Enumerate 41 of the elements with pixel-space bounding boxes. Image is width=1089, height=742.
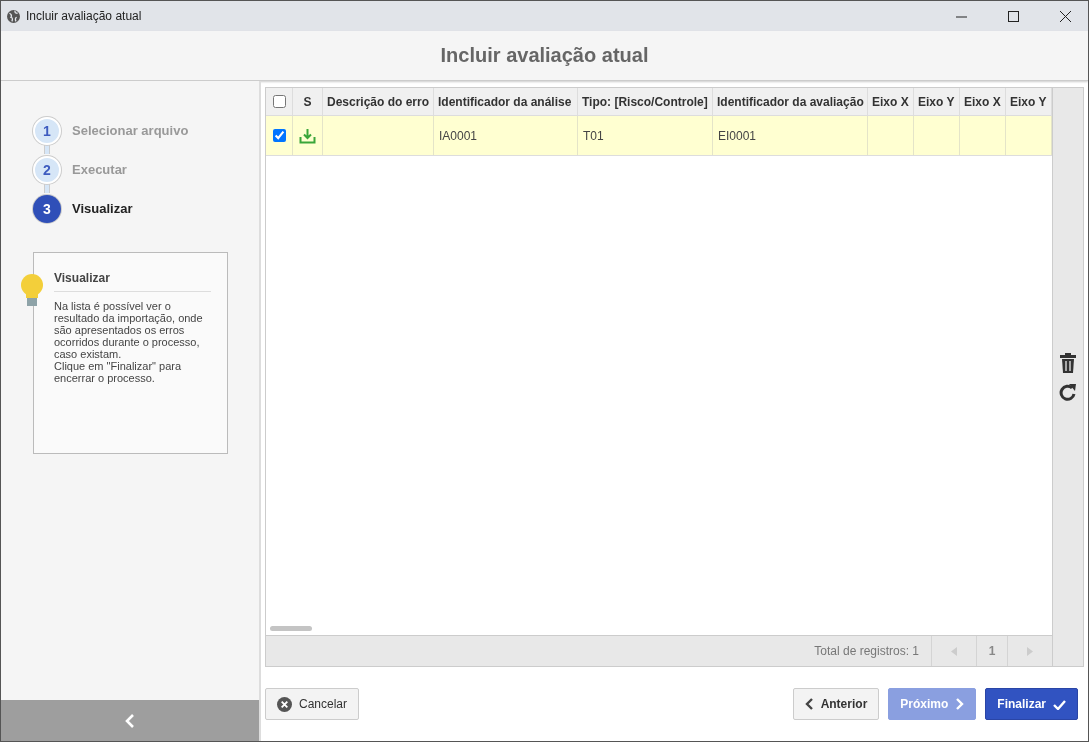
- select-all-checkbox[interactable]: [272, 95, 286, 108]
- download-icon: [299, 127, 316, 144]
- finish-button[interactable]: Finalizar: [985, 688, 1078, 720]
- column-header[interactable]: Identificador da avaliação: [713, 88, 868, 115]
- close-circle-icon: [277, 696, 292, 712]
- checkmark-icon: [1053, 698, 1066, 710]
- column-header[interactable]: Eixo X: [868, 88, 914, 115]
- triangle-right-icon: [1027, 646, 1033, 656]
- column-header[interactable]: Tipo: [Risco/Controle]: [578, 88, 713, 115]
- refresh-icon[interactable]: [1059, 382, 1077, 402]
- help-text: Na lista é possível ver o resultado da importação, onde são apresentados os erros ocorridos durante o processo, caso existam. Clique em "Finalizar" para encerrar o processo.: [54, 300, 204, 384]
- chevron-right-icon: [955, 698, 965, 710]
- delete-icon[interactable]: [1060, 352, 1076, 373]
- cancel-button[interactable]: Cancelar: [265, 688, 360, 720]
- column-header[interactable]: Descrição do erro: [323, 88, 434, 115]
- record-count: Total de registros: 1: [814, 644, 920, 658]
- column-header[interactable]: Eixo Y: [914, 88, 960, 115]
- back-button[interactable]: Anterior: [792, 688, 880, 720]
- step-number[interactable]: 3: [33, 194, 61, 223]
- window-title: Incluir avaliação atual: [26, 9, 143, 23]
- maximize-icon: [1007, 10, 1019, 22]
- row-checkbox[interactable]: [272, 129, 286, 142]
- column-header[interactable]: Eixo X: [960, 88, 1006, 115]
- table-cell: IA0001: [434, 116, 578, 155]
- chevron-left-icon: [804, 698, 814, 710]
- table-cell: T01: [578, 116, 713, 155]
- page-title: Incluir avaliação atual: [440, 44, 649, 67]
- grid-row[interactable]: IA0001 T01 EI0001: [266, 116, 1052, 156]
- step-label[interactable]: Visualizar: [72, 201, 133, 216]
- collapse-sidebar-button[interactable]: [1, 700, 259, 741]
- close-icon: [1059, 10, 1071, 22]
- step-number[interactable]: 2: [33, 155, 61, 184]
- table-cell: EI0001: [713, 116, 868, 155]
- column-header[interactable]: S: [293, 88, 323, 115]
- globe-icon: [7, 9, 20, 23]
- help-title: Visualizar: [54, 271, 211, 292]
- step-number[interactable]: 1: [33, 116, 61, 145]
- triangle-left-icon: [951, 646, 957, 656]
- column-header[interactable]: Identificador da análise: [434, 88, 578, 115]
- chevron-left-icon: [125, 713, 135, 728]
- horizontal-scrollbar[interactable]: [270, 626, 312, 631]
